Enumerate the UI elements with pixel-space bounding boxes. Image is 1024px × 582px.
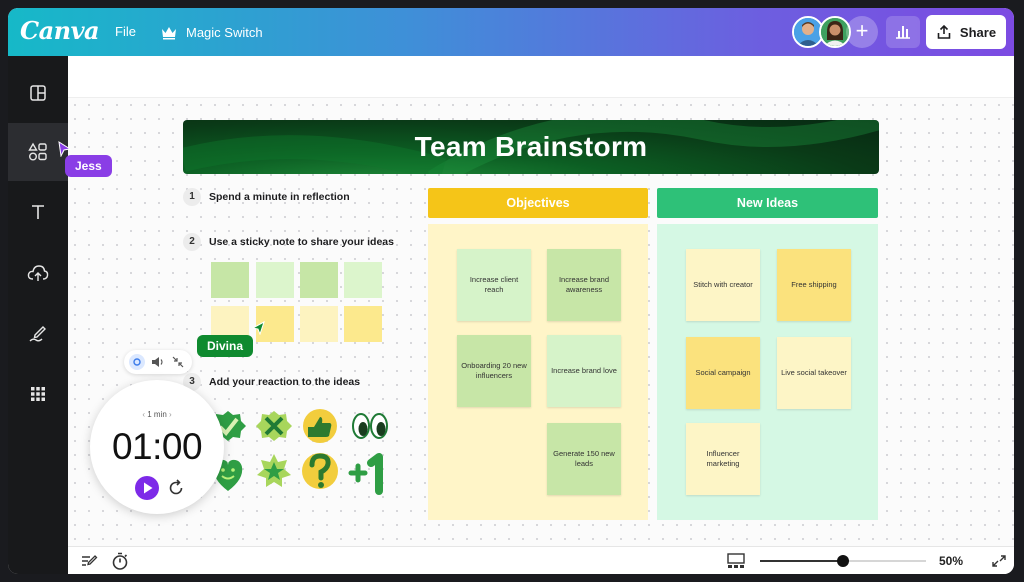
person-icon xyxy=(794,18,822,46)
collaborator-tag-divina: Divina xyxy=(197,335,254,357)
crown-icon xyxy=(162,27,176,40)
x-badge-icon[interactable] xyxy=(256,411,292,441)
chevron-right-icon: › xyxy=(166,410,172,419)
title-banner[interactable]: Team Brainstorm xyxy=(183,120,879,174)
sidebar-item-apps[interactable] xyxy=(8,365,68,423)
star-badge-icon[interactable] xyxy=(257,454,291,487)
text-icon xyxy=(32,205,44,219)
reaction-stickers xyxy=(210,409,388,495)
upload-share-icon xyxy=(937,24,951,39)
magic-switch-button[interactable]: Magic Switch xyxy=(160,21,263,43)
sticky-note[interactable]: Influencer marketing xyxy=(686,423,760,495)
apps-icon xyxy=(31,387,45,401)
notes-icon[interactable] xyxy=(80,553,98,569)
file-menu[interactable]: File xyxy=(115,24,136,39)
canva-logo[interactable]: Canva xyxy=(20,16,100,45)
fullscreen-icon[interactable] xyxy=(990,553,1008,569)
timer-icon[interactable] xyxy=(110,551,130,571)
sticky-note[interactable]: Stitch with creator xyxy=(686,249,760,321)
left-sidebar xyxy=(8,56,68,574)
sticky-note[interactable]: Generate 150 new leads xyxy=(547,423,621,495)
column-header-new-ideas[interactable]: New Ideas xyxy=(657,188,878,218)
question-mark-icon[interactable] xyxy=(302,453,338,489)
timer-display: 01:00 xyxy=(111,426,203,467)
palette-sticky[interactable] xyxy=(344,306,382,342)
sticky-note[interactable]: Increase brand awareness xyxy=(547,249,621,321)
plus-one-icon[interactable] xyxy=(348,453,383,495)
palette-sticky[interactable] xyxy=(300,306,338,342)
add-collaborator-button[interactable]: + xyxy=(846,16,878,48)
palette-sticky[interactable] xyxy=(300,262,338,298)
step-number: 2 xyxy=(183,233,201,251)
sticky-note[interactable]: Increase client reach xyxy=(457,249,531,321)
sticky-note[interactable]: Free shipping xyxy=(777,249,851,321)
timer-play-button[interactable] xyxy=(135,476,159,500)
cursor-divina-icon xyxy=(252,321,265,335)
sidebar-item-uploads[interactable] xyxy=(8,244,68,302)
person-icon xyxy=(821,18,849,46)
timer-duration[interactable]: ‹ 1 min › xyxy=(137,410,177,419)
layout-icon xyxy=(30,85,46,101)
canvas-top-strip xyxy=(68,56,1014,98)
share-label: Share xyxy=(959,24,997,40)
magic-switch-label: Magic Switch xyxy=(186,24,263,40)
sidebar-item-text[interactable] xyxy=(8,183,68,241)
sticky-note[interactable]: Live social takeover xyxy=(777,337,851,409)
sidebar-item-design[interactable] xyxy=(8,64,68,122)
app-window: Canva File Magic Switch + Share Team Bra… xyxy=(8,8,1014,574)
timer-settings-icon[interactable] xyxy=(129,354,145,370)
bar-chart-icon xyxy=(896,26,910,39)
share-button[interactable]: Share xyxy=(926,15,1006,49)
timer-reset-button[interactable] xyxy=(166,478,186,498)
insights-button[interactable] xyxy=(886,16,920,48)
collapse-icon[interactable] xyxy=(172,356,184,368)
top-bar: Canva File Magic Switch + Share xyxy=(8,8,1014,56)
step-3: 3 Add your reaction to the ideas xyxy=(183,373,360,391)
sticky-note[interactable]: Onboarding 20 new influencers xyxy=(457,335,531,407)
draw-icon xyxy=(29,326,46,342)
bottom-bar: 50% xyxy=(68,546,1014,574)
palette-sticky[interactable] xyxy=(256,262,294,298)
zoom-slider[interactable] xyxy=(760,555,926,567)
thumbs-up-badge-icon[interactable] xyxy=(303,409,337,443)
board-title: Team Brainstorm xyxy=(414,131,648,162)
step-text: Use a sticky note to share your ideas xyxy=(209,236,394,248)
palette-sticky[interactable] xyxy=(344,262,382,298)
step-text: Add your reaction to the ideas xyxy=(209,376,361,388)
page-layout-icon[interactable] xyxy=(726,552,746,570)
zoom-slider-fill xyxy=(760,560,843,562)
column-header-objectives[interactable]: Objectives xyxy=(428,188,648,218)
upload-icon xyxy=(27,265,49,281)
sound-icon[interactable] xyxy=(152,357,163,367)
step-1: 1 Spend a minute in reflection xyxy=(183,188,350,206)
elements-icon xyxy=(28,142,47,161)
sticky-note[interactable]: Social campaign xyxy=(686,337,760,409)
zoom-level[interactable]: 50% xyxy=(939,554,963,568)
zoom-slider-handle[interactable] xyxy=(837,555,849,567)
sidebar-item-draw[interactable] xyxy=(8,305,68,363)
collaborator-tag-jess: Jess xyxy=(65,155,112,177)
step-number: 1 xyxy=(183,188,201,206)
timer-duration-label: 1 min xyxy=(147,410,167,419)
sticky-note[interactable]: Increase brand love xyxy=(547,335,621,407)
palette-sticky[interactable] xyxy=(211,262,249,298)
step-2: 2 Use a sticky note to share your ideas xyxy=(183,233,394,251)
eyes-icon[interactable] xyxy=(352,413,388,439)
step-text: Spend a minute in reflection xyxy=(209,191,350,203)
reset-icon xyxy=(169,479,183,495)
timer-controls xyxy=(124,350,192,374)
play-icon xyxy=(144,482,153,494)
timer-widget: ‹ 1 min › 01:00 xyxy=(90,380,224,514)
